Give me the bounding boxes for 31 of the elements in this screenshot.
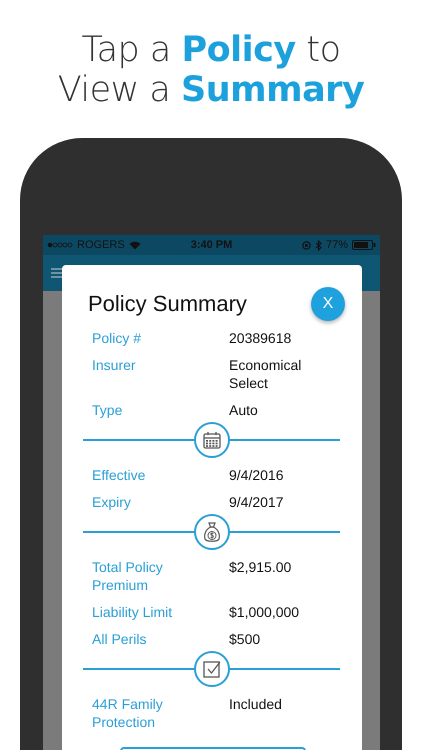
field-label: All Perils bbox=[92, 630, 148, 648]
dialog-title: Policy Summary bbox=[88, 291, 247, 317]
field-label: Liability Limit bbox=[92, 603, 174, 621]
field-value: Economical Select bbox=[229, 356, 302, 392]
field-label: Insurer bbox=[92, 356, 137, 375]
signal-icon bbox=[47, 242, 73, 248]
carrier-label: ROGERS bbox=[77, 239, 125, 251]
field-value: Included bbox=[229, 695, 283, 714]
battery-percent: 77% bbox=[326, 239, 348, 251]
field-label: Expiry bbox=[92, 493, 132, 511]
lock-rotation-icon bbox=[302, 240, 311, 250]
bluetooth-icon bbox=[314, 240, 322, 250]
field-label: Total Policy Premium bbox=[92, 558, 164, 594]
field-label: Effective bbox=[92, 466, 146, 484]
field-value: $1,000,000 bbox=[229, 603, 300, 621]
headline: View a Summary bbox=[58, 70, 364, 110]
close-button[interactable]: X bbox=[311, 287, 345, 321]
battery-icon bbox=[352, 240, 376, 250]
field-label: 44R Family Protection bbox=[92, 695, 164, 731]
wifi-icon bbox=[128, 240, 141, 250]
field-value: Auto bbox=[229, 401, 259, 419]
field-value: 9/4/2016 bbox=[229, 466, 284, 484]
field-label: Policy # bbox=[92, 329, 142, 347]
clock-time: 3:40 PM bbox=[190, 239, 232, 251]
field-label: Type bbox=[92, 401, 124, 419]
field-value: 20389618 bbox=[229, 329, 292, 347]
field-value: $500 bbox=[229, 630, 262, 648]
field-value: 9/4/2017 bbox=[229, 493, 284, 511]
menu-icon[interactable] bbox=[51, 267, 63, 279]
field-value: $2,915.00 bbox=[229, 558, 292, 577]
headline: Tap a Policy to bbox=[82, 30, 340, 70]
